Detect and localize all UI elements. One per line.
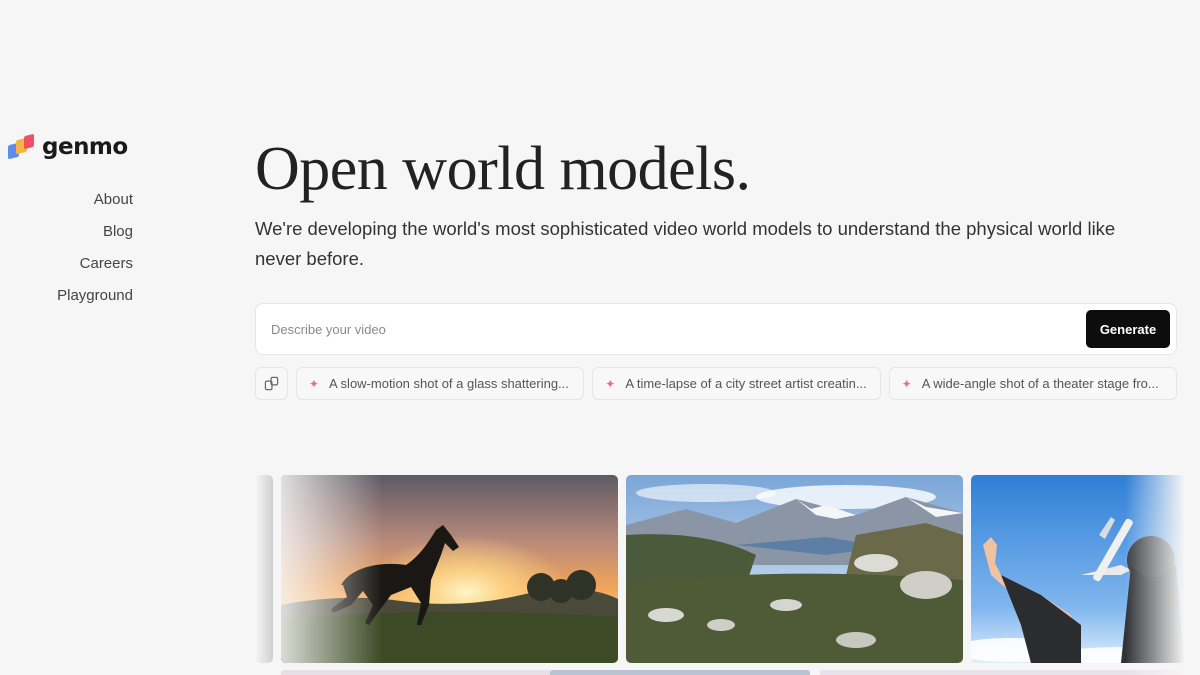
shuffle-suggestions-button[interactable] bbox=[255, 367, 288, 400]
page-title: Open world models. bbox=[255, 135, 751, 203]
generate-button[interactable]: Generate bbox=[1086, 310, 1170, 348]
suggestion-chips: ✦ A slow-motion shot of a glass shatteri… bbox=[255, 367, 1177, 400]
nav-item-playground[interactable]: Playground bbox=[57, 286, 133, 306]
gallery-tile-horse[interactable] bbox=[281, 475, 618, 663]
suggestion-chip[interactable]: ✦ A time-lapse of a city street artist c… bbox=[592, 367, 881, 400]
suggestion-chip[interactable]: ✦ A wide-angle shot of a theater stage f… bbox=[888, 367, 1177, 400]
sparkle-icon: ✦ bbox=[308, 376, 319, 391]
dice-icon bbox=[264, 376, 279, 391]
sparkle-icon: ✦ bbox=[605, 376, 616, 391]
suggestion-chip[interactable]: ✦ A slow-motion shot of a glass shatteri… bbox=[295, 367, 585, 400]
mountain-fjord-landscape-image bbox=[626, 475, 963, 663]
gallery-fade bbox=[1125, 475, 1185, 675]
prompt-box: Generate bbox=[255, 303, 1177, 355]
nav-item-about[interactable]: About bbox=[94, 190, 133, 210]
suggestion-label: A slow-motion shot of a glass shattering… bbox=[328, 376, 569, 391]
genmo-logo-icon bbox=[6, 132, 36, 162]
gallery-tile-partial[interactable] bbox=[255, 475, 273, 663]
sidebar-nav: About Blog Careers Playground bbox=[57, 190, 133, 306]
brand-name: genmo bbox=[42, 134, 128, 160]
hero-subtitle: We're developing the world's most sophis… bbox=[255, 218, 1116, 269]
video-gallery bbox=[255, 475, 1185, 675]
nav-item-careers[interactable]: Careers bbox=[80, 254, 133, 274]
suggestion-label: A time-lapse of a city street artist cre… bbox=[625, 376, 867, 391]
horse-silhouette-sunset-image bbox=[281, 475, 618, 663]
suggestion-label: A wide-angle shot of a theater stage fro… bbox=[921, 376, 1159, 391]
prompt-input[interactable] bbox=[271, 321, 1086, 337]
gallery-row2-tile[interactable] bbox=[550, 670, 810, 675]
gallery-tile-mountains[interactable] bbox=[626, 475, 963, 663]
sparkle-icon: ✦ bbox=[901, 376, 912, 391]
nav-item-blog[interactable]: Blog bbox=[103, 222, 133, 242]
genmo-logo[interactable]: genmo bbox=[6, 132, 128, 162]
